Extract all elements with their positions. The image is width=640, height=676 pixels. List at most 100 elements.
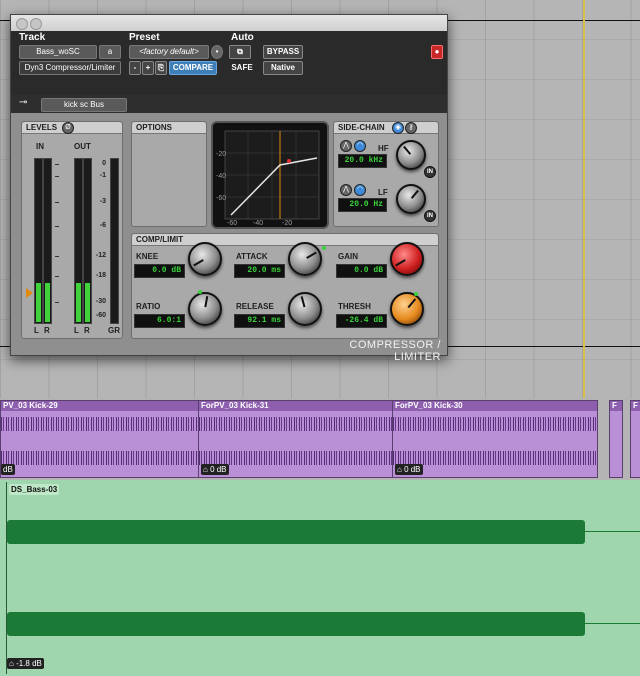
compression-graph: -20 -40 -60 -60 -40 -20	[211, 121, 329, 229]
sidechain-listen-icon[interactable]: ◉	[392, 122, 404, 134]
kick-clip[interactable]: PV_03 Kick-29 dB	[0, 400, 200, 478]
preset-label: Preset	[129, 32, 160, 43]
marker-line	[583, 0, 585, 400]
next-preset-button[interactable]: +	[142, 61, 154, 75]
in-l-label: L	[34, 326, 39, 335]
clip-gain-icon: ⌂	[203, 465, 211, 474]
native-button[interactable]: Native	[263, 61, 303, 75]
window-titlebar[interactable]	[11, 15, 447, 32]
sidechain-panel: SIDE-CHAIN ◉ ⚷ ⋀ ◠ HF 20.0 kHz IN ⋀ ◠ LF…	[333, 121, 439, 227]
clip-waveform	[7, 520, 585, 544]
clip-gain-badge[interactable]: ⌂ -1.8 dB	[7, 658, 44, 669]
meter-tick	[55, 164, 59, 165]
out-r-label: R	[84, 326, 90, 335]
meter-scale-label: -18	[95, 272, 106, 279]
minimize-window-icon[interactable]	[30, 18, 42, 30]
clip-name: F	[610, 401, 622, 411]
release-label: RELEASE	[236, 302, 274, 311]
ratio-knob[interactable]	[188, 292, 222, 326]
knee-value-display[interactable]: 0.0 dB	[134, 264, 185, 278]
clip-gain-badge[interactable]: ⌂ 0 dB	[201, 464, 229, 475]
hf-value-display[interactable]: 20.0 kHz	[338, 154, 387, 168]
sidechain-key-select[interactable]: kick sc Bus	[41, 98, 127, 112]
clip-waveform-tail	[585, 623, 640, 624]
meter-fill	[85, 282, 90, 322]
input-meter-right	[43, 158, 52, 324]
thresh-label: THRESH	[338, 302, 371, 311]
lf-value-display[interactable]: 20.0 Hz	[338, 198, 387, 212]
clip-name: DS_Bass-03	[9, 484, 60, 495]
meter-scale-label: -30	[95, 298, 106, 305]
gr-label: GR	[108, 326, 120, 335]
clip-gain-icon: ⌂	[397, 465, 405, 474]
bass-clip[interactable]: DS_Bass-03 ⌂ -1.8 dB	[6, 482, 640, 674]
kick-clip[interactable]: ForPV_03 Kick-30 ⌂ 0 dB	[392, 400, 598, 478]
clip-waveform	[1, 417, 199, 431]
release-knob[interactable]	[288, 292, 322, 326]
previous-preset-button[interactable]: -	[129, 61, 141, 75]
levels-title: LEVELS	[26, 123, 58, 132]
clip-waveform	[199, 417, 393, 431]
gain-value-display[interactable]: 0.0 dB	[336, 264, 387, 278]
copy-settings-icon[interactable]: ⎘	[155, 61, 167, 75]
hf-label: HF	[378, 144, 389, 153]
close-window-icon[interactable]	[16, 18, 28, 30]
in-label: IN	[36, 142, 44, 151]
hf-knob[interactable]	[396, 140, 426, 170]
knee-knob[interactable]	[188, 242, 222, 276]
gain-knob[interactable]	[390, 242, 424, 276]
knob-position-dot	[322, 246, 326, 250]
lf-knob[interactable]	[396, 184, 426, 214]
plugin-body: LEVELS Ø IN OUT 0 -1 -3 -6 -12 -18 -30 -…	[11, 113, 447, 363]
preset-select[interactable]: <factory default>	[129, 45, 209, 59]
meter-tick	[55, 226, 59, 227]
lf-filter-type-icon[interactable]: ⋀	[340, 184, 352, 196]
threshold-indicator-icon	[26, 288, 33, 298]
meter-options-icon[interactable]: Ø	[62, 122, 74, 134]
clip-indicator-icon[interactable]: ●	[431, 45, 443, 59]
automation-icon[interactable]: ⧉	[229, 45, 251, 59]
meter-tick	[55, 256, 59, 257]
graph-x-tick: -20	[282, 220, 292, 227]
attack-value-display[interactable]: 20.0 ms	[234, 264, 285, 278]
options-title: OPTIONS	[136, 123, 173, 132]
plugin-window[interactable]: Track Preset Auto Bass_woSC a Dyn3 Compr…	[10, 14, 448, 363]
meter-fill	[76, 282, 81, 322]
hf-filter-enable-icon[interactable]: ◠	[354, 140, 366, 152]
hf-in-button[interactable]: IN	[424, 166, 436, 178]
bypass-button[interactable]: BYPASS	[263, 45, 303, 59]
preset-options-icon[interactable]: •	[211, 45, 223, 59]
output-meter-right	[83, 158, 92, 324]
clip-gain-badge[interactable]: ⌂ 0 dB	[395, 464, 423, 475]
plugin-select[interactable]: Dyn3 Compressor/Limiter	[19, 61, 121, 75]
thresh-knob[interactable]	[390, 292, 424, 326]
plugin-brand-label: COMPRESSOR / LIMITER	[349, 339, 441, 363]
meter-scale-label: -12	[95, 252, 106, 259]
meter-fill	[36, 282, 41, 322]
lf-filter-enable-icon[interactable]: ◠	[354, 184, 366, 196]
safe-button[interactable]: SAFE	[229, 61, 255, 75]
comp-limit-panel: COMP/LIMIT KNEE 0.0 dB ATTACK 20.0 ms GA…	[131, 233, 439, 339]
sidechain-key-input-icon[interactable]: ⚷	[405, 122, 417, 134]
ratio-value-display[interactable]: 6.0:1	[134, 314, 185, 328]
attack-knob[interactable]	[288, 242, 322, 276]
track-variant-select[interactable]: a	[99, 45, 121, 59]
track-select[interactable]: Bass_woSC	[19, 45, 97, 59]
kick-clip[interactable]: F	[630, 400, 640, 478]
clip-gain-value: 0 dB	[404, 465, 421, 474]
kick-clip[interactable]: ForPV_03 Kick-31 ⌂ 0 dB	[198, 400, 394, 478]
meter-tick	[55, 202, 59, 203]
clip-gain-badge[interactable]: dB	[1, 464, 15, 475]
graph-x-tick: -40	[253, 220, 263, 227]
thresh-value-display[interactable]: -26.4 dB	[336, 314, 387, 328]
lf-in-button[interactable]: IN	[424, 210, 436, 222]
kick-clip[interactable]: F	[609, 400, 623, 478]
meter-tick	[55, 276, 59, 277]
release-value-display[interactable]: 92.1 ms	[234, 314, 285, 328]
meter-fill	[45, 282, 50, 322]
clip-waveform	[393, 417, 597, 431]
meter-scale-label: 0	[102, 160, 106, 167]
hf-filter-type-icon[interactable]: ⋀	[340, 140, 352, 152]
clip-gain-icon: ⌂	[9, 659, 17, 668]
compare-button[interactable]: COMPARE	[169, 61, 217, 75]
